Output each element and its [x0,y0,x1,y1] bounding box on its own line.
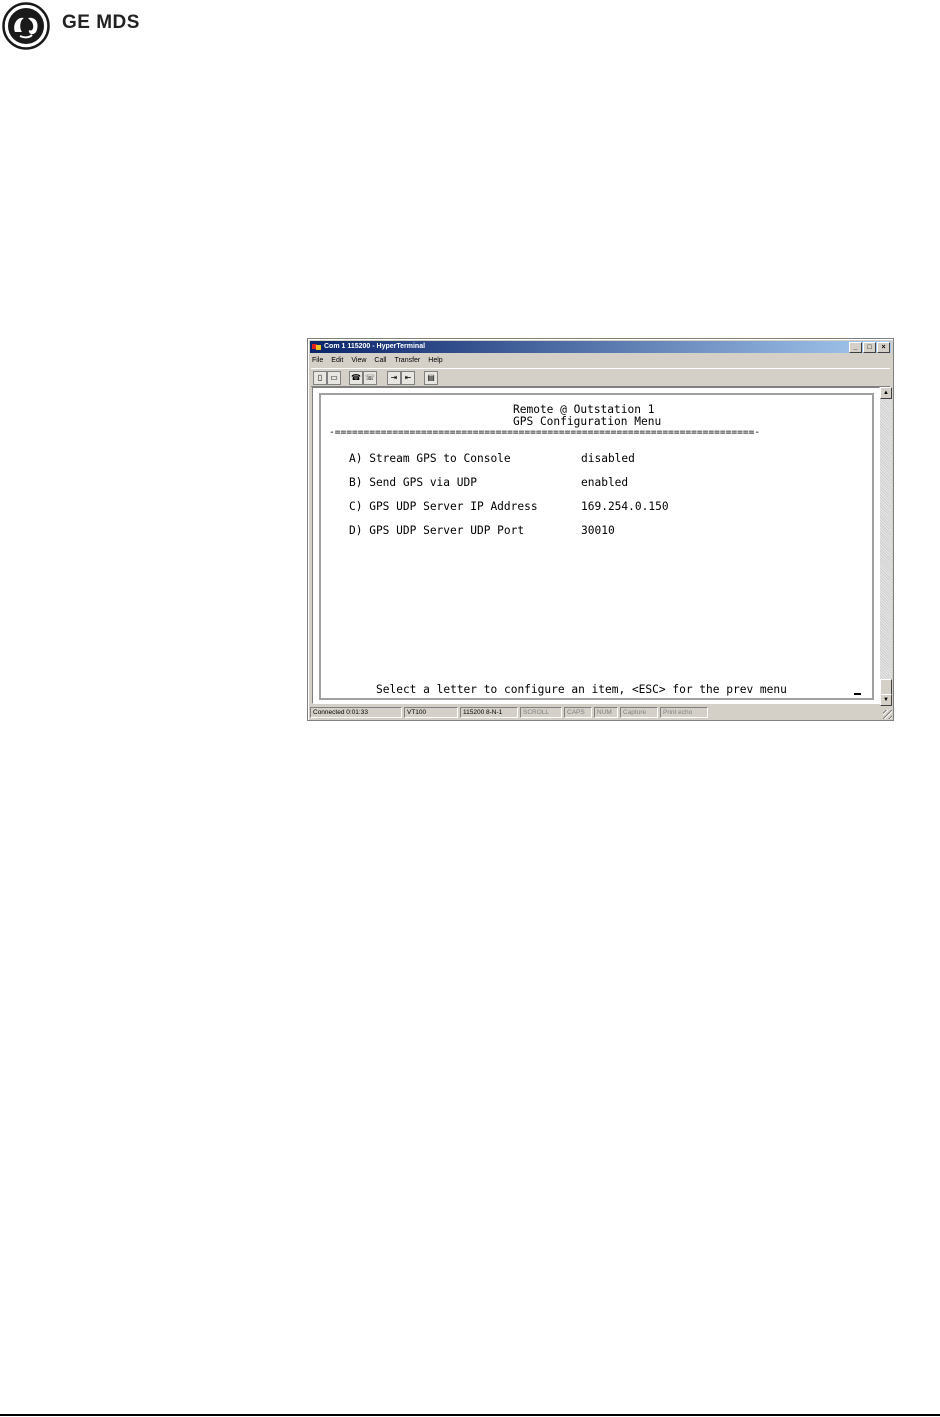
menu-item-label[interactable]: A) Stream GPS to Console [349,452,511,465]
status-connected: Connected 0:01:33 [310,707,402,718]
hyperterminal-icon [312,344,321,350]
scroll-down-icon[interactable]: ▼ [880,694,892,706]
menu-file[interactable]: File [312,355,323,366]
footer-rule [0,1414,940,1416]
status-caps: CAPS [564,707,592,718]
send-icon[interactable]: ⇥ [387,371,401,385]
menu-call[interactable]: Call [374,355,386,366]
toolbar: ▯ ▭ ☎ ☏ ⇥ ⇤ ▤ [311,368,890,387]
minimize-button[interactable]: _ [849,342,862,353]
disconnect-icon[interactable]: ☏ [363,371,377,385]
menu-view[interactable]: View [351,355,366,366]
menu-item-label[interactable]: B) Send GPS via UDP [349,476,477,489]
status-num: NUM [594,707,618,718]
scroll-thumb[interactable] [880,679,892,695]
window-title: Com 1 115200 - HyperTerminal [324,343,426,350]
title-bar: Com 1 115200 - HyperTerminal _ □ × [310,341,891,353]
vertical-scrollbar[interactable]: ▲ ▼ [880,387,892,706]
open-icon[interactable]: ▭ [327,371,341,385]
menu-item-label[interactable]: C) GPS UDP Server IP Address [349,500,538,513]
menu-item-value: enabled [581,476,629,489]
receive-icon[interactable]: ⇤ [401,371,415,385]
menu-transfer[interactable]: Transfer [394,355,420,366]
terminal-screen[interactable]: Remote @ Outstation 1 GPS Configuration … [319,393,874,700]
menu-help[interactable]: Help [428,355,442,366]
new-icon[interactable]: ▯ [313,371,327,385]
status-settings: 115200 8-N-1 [460,707,518,718]
menu-item-value: disabled [581,452,635,465]
ge-logo [2,2,50,50]
properties-icon[interactable]: ▤ [424,371,438,385]
scroll-up-icon[interactable]: ▲ [880,387,892,399]
resize-grip-icon[interactable] [883,710,892,719]
menu-rule: -=======================================… [329,427,761,438]
menu-edit[interactable]: Edit [331,355,343,366]
menu-item-value: 30010 [581,524,615,537]
text-cursor [854,693,861,695]
brand-name: GE MDS [62,12,140,33]
hyperterminal-window: Com 1 115200 - HyperTerminal _ □ × File … [307,338,894,721]
menu-item-value: 169.254.0.150 [581,500,669,513]
close-button[interactable]: × [877,342,890,353]
menu-item-label[interactable]: D) GPS UDP Server UDP Port [349,524,524,537]
menu-bar: File Edit View Call Transfer Help [312,355,443,366]
status-capture: Capture [620,707,658,718]
status-scroll: SCROLL [520,707,562,718]
status-emulation: VT100 [404,707,458,718]
terminal-frame: Remote @ Outstation 1 GPS Configuration … [312,387,880,704]
menu-prompt: Select a letter to configure an item, <E… [376,683,787,696]
connect-icon[interactable]: ☎ [349,371,363,385]
status-print-echo: Print echo [660,707,708,718]
maximize-button[interactable]: □ [863,342,876,353]
status-bar: Connected 0:01:33 VT100 115200 8-N-1 SCR… [310,707,891,718]
